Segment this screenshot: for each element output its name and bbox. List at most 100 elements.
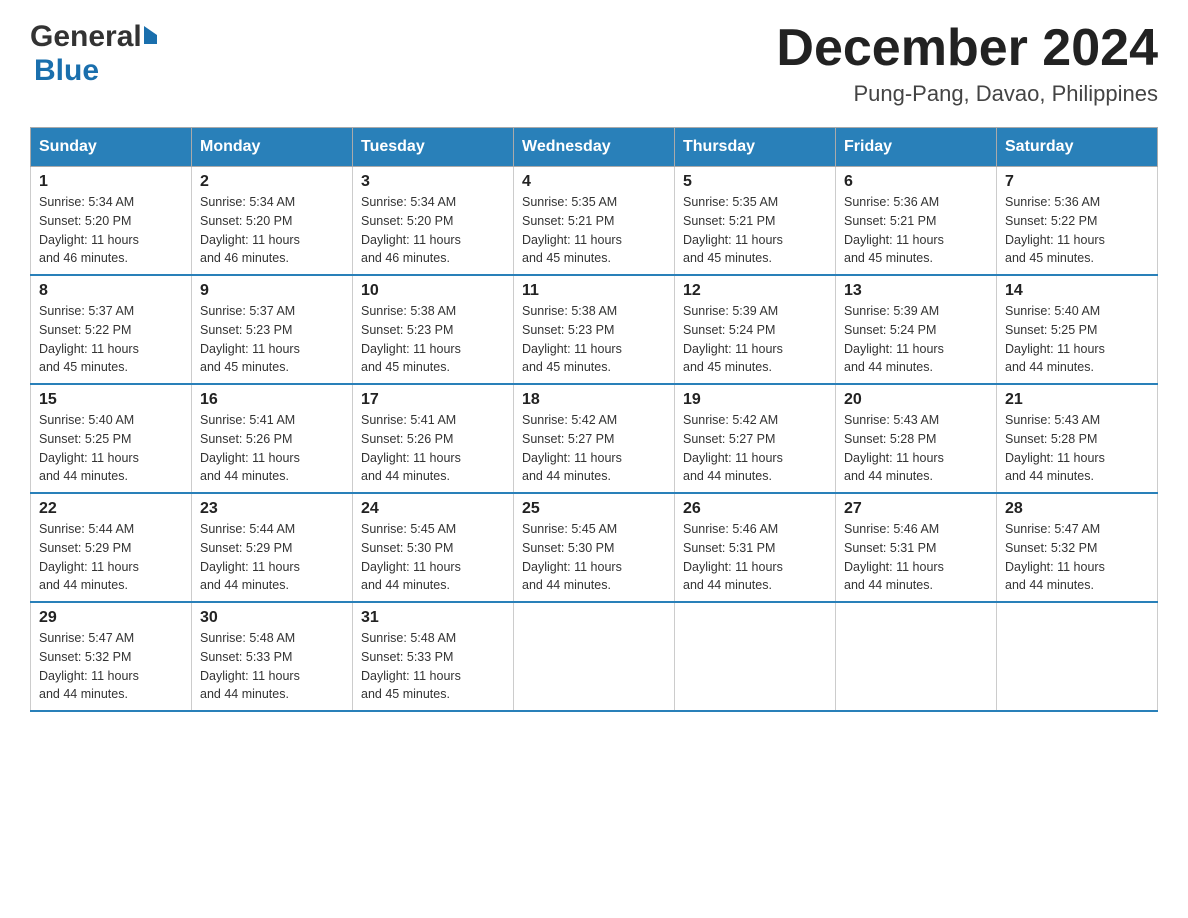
day-info: Sunrise: 5:47 AMSunset: 5:32 PMDaylight:…	[39, 629, 183, 704]
day-number: 20	[844, 391, 988, 409]
table-row: 27 Sunrise: 5:46 AMSunset: 5:31 PMDaylig…	[836, 493, 997, 602]
day-info: Sunrise: 5:40 AMSunset: 5:25 PMDaylight:…	[39, 411, 183, 486]
day-number: 19	[683, 391, 827, 409]
header-monday: Monday	[192, 128, 353, 167]
day-number: 13	[844, 282, 988, 300]
month-title: December 2024	[776, 20, 1158, 77]
day-number: 24	[361, 500, 505, 518]
day-info: Sunrise: 5:41 AMSunset: 5:26 PMDaylight:…	[200, 411, 344, 486]
day-info: Sunrise: 5:35 AMSunset: 5:21 PMDaylight:…	[522, 193, 666, 268]
day-info: Sunrise: 5:39 AMSunset: 5:24 PMDaylight:…	[844, 302, 988, 377]
day-number: 27	[844, 500, 988, 518]
day-number: 16	[200, 391, 344, 409]
day-number: 26	[683, 500, 827, 518]
table-row: 5 Sunrise: 5:35 AMSunset: 5:21 PMDayligh…	[675, 167, 836, 276]
week-row-3: 15 Sunrise: 5:40 AMSunset: 5:25 PMDaylig…	[31, 384, 1158, 493]
table-row: 31 Sunrise: 5:48 AMSunset: 5:33 PMDaylig…	[353, 602, 514, 711]
calendar-table: Sunday Monday Tuesday Wednesday Thursday…	[30, 127, 1158, 712]
day-number: 6	[844, 173, 988, 191]
title-block: December 2024 Pung-Pang, Davao, Philippi…	[776, 20, 1158, 107]
table-row: 28 Sunrise: 5:47 AMSunset: 5:32 PMDaylig…	[997, 493, 1158, 602]
day-info: Sunrise: 5:38 AMSunset: 5:23 PMDaylight:…	[522, 302, 666, 377]
day-info: Sunrise: 5:43 AMSunset: 5:28 PMDaylight:…	[1005, 411, 1149, 486]
day-info: Sunrise: 5:38 AMSunset: 5:23 PMDaylight:…	[361, 302, 505, 377]
day-info: Sunrise: 5:36 AMSunset: 5:22 PMDaylight:…	[1005, 193, 1149, 268]
day-info: Sunrise: 5:43 AMSunset: 5:28 PMDaylight:…	[844, 411, 988, 486]
table-row: 21 Sunrise: 5:43 AMSunset: 5:28 PMDaylig…	[997, 384, 1158, 493]
table-row: 3 Sunrise: 5:34 AMSunset: 5:20 PMDayligh…	[353, 167, 514, 276]
table-row	[514, 602, 675, 711]
logo-blue-text: Blue	[34, 54, 99, 87]
header-wednesday: Wednesday	[514, 128, 675, 167]
day-number: 4	[522, 173, 666, 191]
day-number: 10	[361, 282, 505, 300]
day-number: 25	[522, 500, 666, 518]
day-info: Sunrise: 5:42 AMSunset: 5:27 PMDaylight:…	[522, 411, 666, 486]
day-number: 12	[683, 282, 827, 300]
day-number: 3	[361, 173, 505, 191]
day-number: 8	[39, 282, 183, 300]
table-row: 17 Sunrise: 5:41 AMSunset: 5:26 PMDaylig…	[353, 384, 514, 493]
header-tuesday: Tuesday	[353, 128, 514, 167]
table-row: 2 Sunrise: 5:34 AMSunset: 5:20 PMDayligh…	[192, 167, 353, 276]
week-row-1: 1 Sunrise: 5:34 AMSunset: 5:20 PMDayligh…	[31, 167, 1158, 276]
table-row: 4 Sunrise: 5:35 AMSunset: 5:21 PMDayligh…	[514, 167, 675, 276]
table-row	[836, 602, 997, 711]
day-info: Sunrise: 5:46 AMSunset: 5:31 PMDaylight:…	[844, 520, 988, 595]
logo-triangle-icon	[144, 26, 157, 44]
calendar-header-row: Sunday Monday Tuesday Wednesday Thursday…	[31, 128, 1158, 167]
table-row: 6 Sunrise: 5:36 AMSunset: 5:21 PMDayligh…	[836, 167, 997, 276]
table-row: 18 Sunrise: 5:42 AMSunset: 5:27 PMDaylig…	[514, 384, 675, 493]
day-number: 11	[522, 282, 666, 300]
day-info: Sunrise: 5:48 AMSunset: 5:33 PMDaylight:…	[200, 629, 344, 704]
day-number: 31	[361, 609, 505, 627]
day-info: Sunrise: 5:41 AMSunset: 5:26 PMDaylight:…	[361, 411, 505, 486]
table-row: 24 Sunrise: 5:45 AMSunset: 5:30 PMDaylig…	[353, 493, 514, 602]
day-number: 30	[200, 609, 344, 627]
day-info: Sunrise: 5:46 AMSunset: 5:31 PMDaylight:…	[683, 520, 827, 595]
table-row: 29 Sunrise: 5:47 AMSunset: 5:32 PMDaylig…	[31, 602, 192, 711]
day-info: Sunrise: 5:35 AMSunset: 5:21 PMDaylight:…	[683, 193, 827, 268]
day-number: 15	[39, 391, 183, 409]
table-row: 25 Sunrise: 5:45 AMSunset: 5:30 PMDaylig…	[514, 493, 675, 602]
day-number: 17	[361, 391, 505, 409]
header-friday: Friday	[836, 128, 997, 167]
table-row: 7 Sunrise: 5:36 AMSunset: 5:22 PMDayligh…	[997, 167, 1158, 276]
page-header: General Blue December 2024 Pung-Pang, Da…	[30, 20, 1158, 107]
day-info: Sunrise: 5:34 AMSunset: 5:20 PMDaylight:…	[39, 193, 183, 268]
day-number: 2	[200, 173, 344, 191]
table-row: 8 Sunrise: 5:37 AMSunset: 5:22 PMDayligh…	[31, 275, 192, 384]
day-info: Sunrise: 5:40 AMSunset: 5:25 PMDaylight:…	[1005, 302, 1149, 377]
week-row-5: 29 Sunrise: 5:47 AMSunset: 5:32 PMDaylig…	[31, 602, 1158, 711]
day-number: 18	[522, 391, 666, 409]
day-info: Sunrise: 5:44 AMSunset: 5:29 PMDaylight:…	[39, 520, 183, 595]
table-row: 20 Sunrise: 5:43 AMSunset: 5:28 PMDaylig…	[836, 384, 997, 493]
header-thursday: Thursday	[675, 128, 836, 167]
day-number: 5	[683, 173, 827, 191]
day-info: Sunrise: 5:37 AMSunset: 5:23 PMDaylight:…	[200, 302, 344, 377]
table-row: 16 Sunrise: 5:41 AMSunset: 5:26 PMDaylig…	[192, 384, 353, 493]
table-row: 23 Sunrise: 5:44 AMSunset: 5:29 PMDaylig…	[192, 493, 353, 602]
table-row	[675, 602, 836, 711]
header-saturday: Saturday	[997, 128, 1158, 167]
day-info: Sunrise: 5:45 AMSunset: 5:30 PMDaylight:…	[522, 520, 666, 595]
table-row: 30 Sunrise: 5:48 AMSunset: 5:33 PMDaylig…	[192, 602, 353, 711]
day-info: Sunrise: 5:47 AMSunset: 5:32 PMDaylight:…	[1005, 520, 1149, 595]
day-number: 1	[39, 173, 183, 191]
table-row: 10 Sunrise: 5:38 AMSunset: 5:23 PMDaylig…	[353, 275, 514, 384]
day-info: Sunrise: 5:45 AMSunset: 5:30 PMDaylight:…	[361, 520, 505, 595]
table-row: 11 Sunrise: 5:38 AMSunset: 5:23 PMDaylig…	[514, 275, 675, 384]
table-row: 19 Sunrise: 5:42 AMSunset: 5:27 PMDaylig…	[675, 384, 836, 493]
day-info: Sunrise: 5:48 AMSunset: 5:33 PMDaylight:…	[361, 629, 505, 704]
week-row-2: 8 Sunrise: 5:37 AMSunset: 5:22 PMDayligh…	[31, 275, 1158, 384]
day-info: Sunrise: 5:39 AMSunset: 5:24 PMDaylight:…	[683, 302, 827, 377]
day-number: 29	[39, 609, 183, 627]
table-row: 9 Sunrise: 5:37 AMSunset: 5:23 PMDayligh…	[192, 275, 353, 384]
day-number: 9	[200, 282, 344, 300]
table-row: 15 Sunrise: 5:40 AMSunset: 5:25 PMDaylig…	[31, 384, 192, 493]
table-row: 13 Sunrise: 5:39 AMSunset: 5:24 PMDaylig…	[836, 275, 997, 384]
table-row: 1 Sunrise: 5:34 AMSunset: 5:20 PMDayligh…	[31, 167, 192, 276]
day-info: Sunrise: 5:34 AMSunset: 5:20 PMDaylight:…	[200, 193, 344, 268]
table-row: 26 Sunrise: 5:46 AMSunset: 5:31 PMDaylig…	[675, 493, 836, 602]
day-info: Sunrise: 5:34 AMSunset: 5:20 PMDaylight:…	[361, 193, 505, 268]
